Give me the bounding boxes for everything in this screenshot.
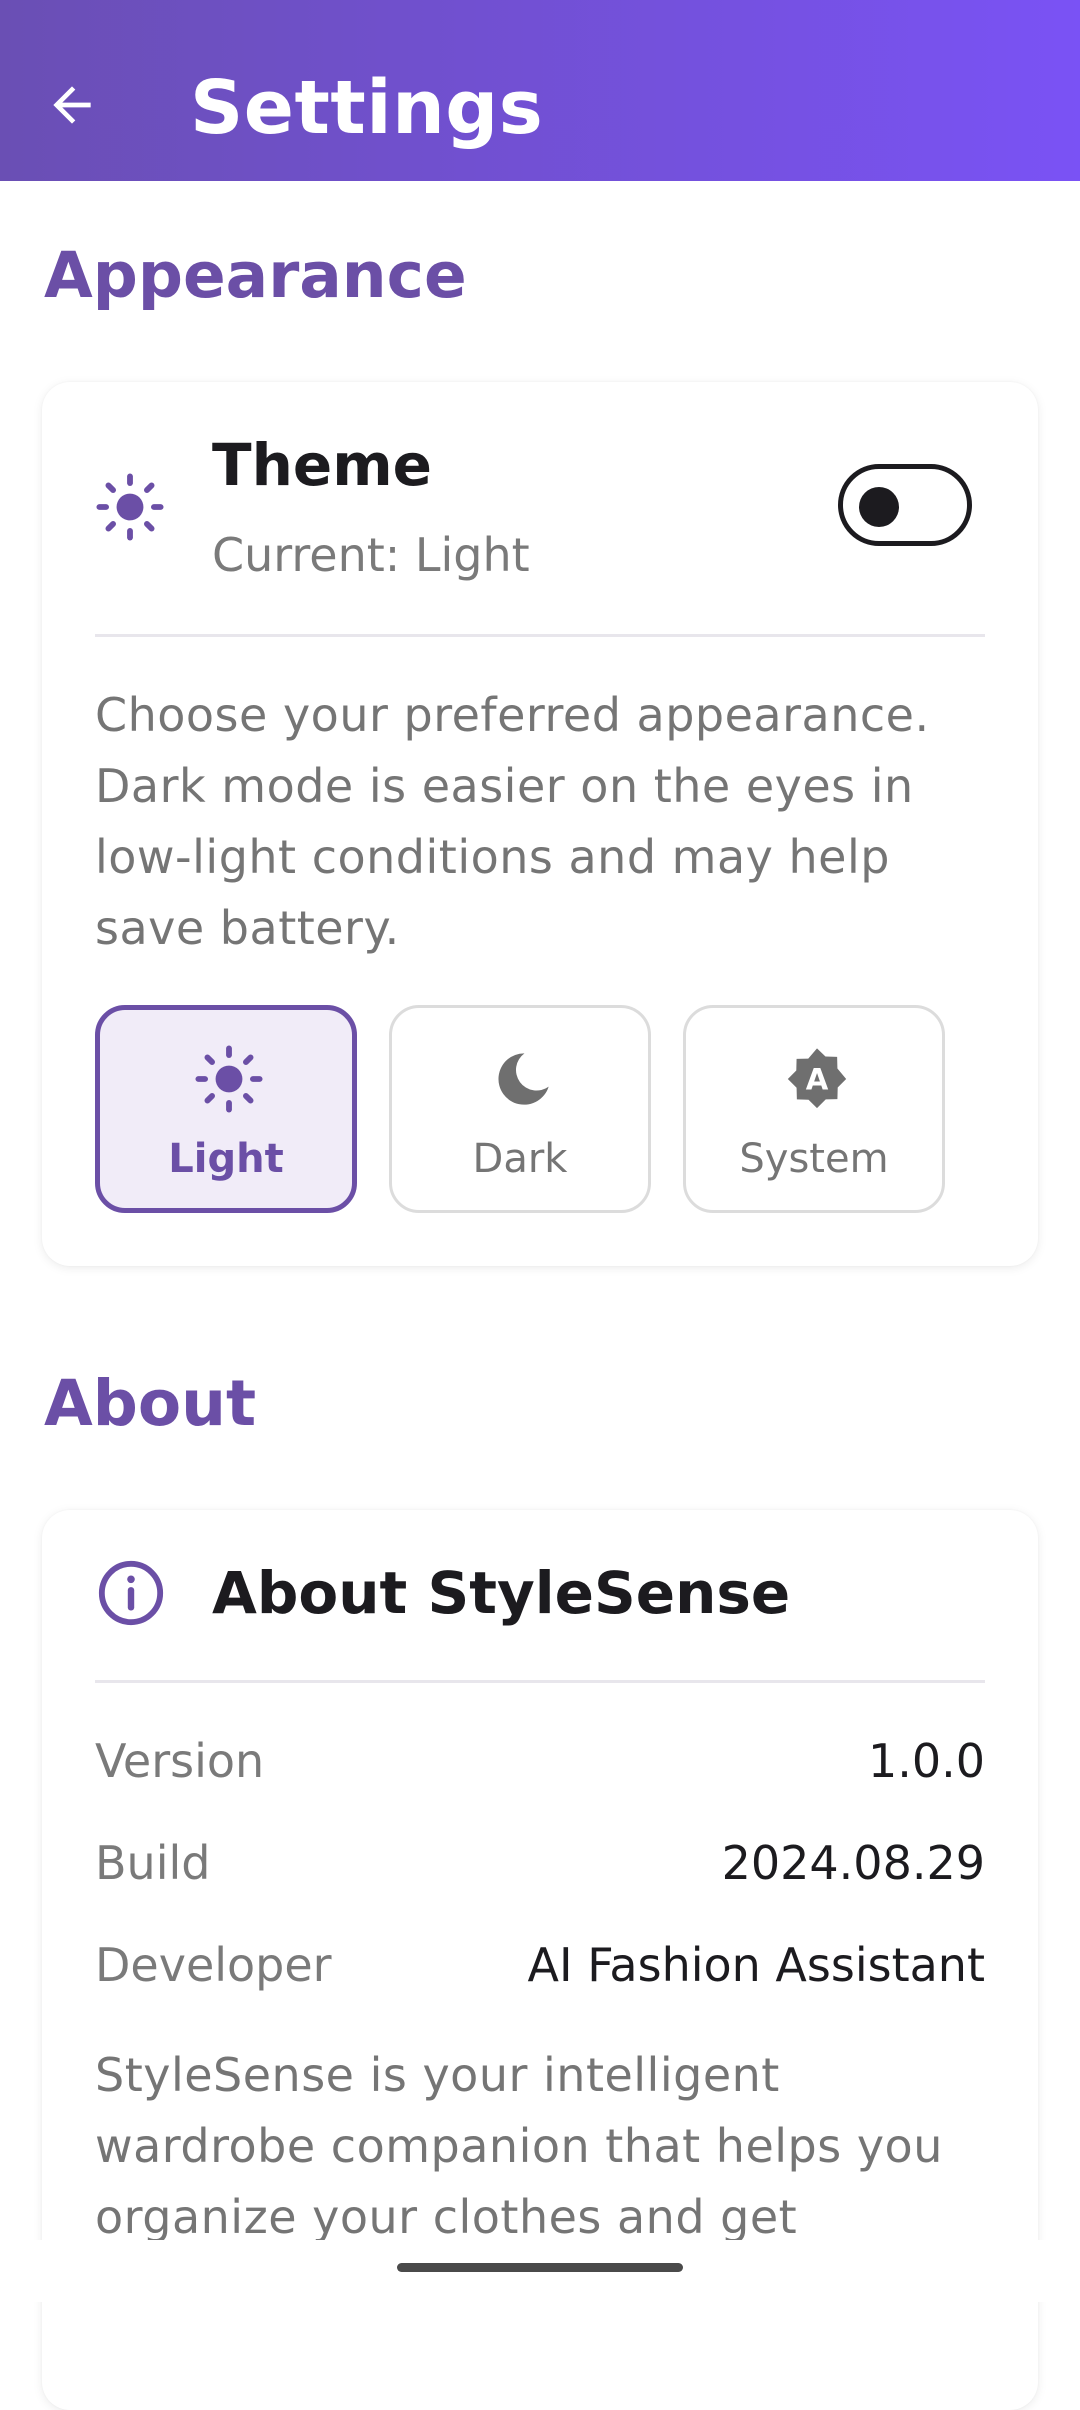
version-value: 1.0.0 [867, 1734, 985, 1788]
app-bar: Settings [0, 0, 1080, 181]
page-title: Settings [190, 65, 544, 151]
theme-title: Theme [212, 431, 432, 499]
home-indicator[interactable] [397, 2263, 683, 2272]
sun-icon [195, 1045, 263, 1113]
theme-option-label: Dark [472, 1136, 568, 1182]
appearance-section-title: Appearance [44, 239, 467, 312]
theme-option-system[interactable]: A System [683, 1005, 945, 1213]
arrow-left-icon[interactable] [44, 77, 100, 133]
build-value: 2024.08.29 [721, 1836, 985, 1890]
divider [95, 1680, 985, 1683]
auto-brightness-icon: A [787, 1048, 847, 1109]
theme-option-light[interactable]: Light [95, 1005, 357, 1213]
version-label: Version [95, 1734, 265, 1788]
about-card-title: About StyleSense [212, 1559, 791, 1627]
info-icon [98, 1560, 164, 1626]
toggle-knob [859, 487, 899, 527]
divider [95, 634, 985, 637]
theme-description: Choose your preferred appearance. Dark m… [95, 688, 930, 955]
developer-value: AI Fashion Assistant [527, 1938, 985, 1992]
theme-option-label: System [739, 1136, 889, 1182]
developer-label: Developer [95, 1938, 332, 1992]
dark-mode-toggle[interactable] [838, 464, 972, 546]
build-label: Build [95, 1836, 211, 1890]
about-section-title: About [44, 1367, 257, 1440]
about-description: StyleSense is your intelligent wardrobe … [95, 2048, 943, 2244]
theme-option-label: Light [168, 1136, 284, 1182]
theme-current-value: Current: Light [212, 528, 530, 582]
moon-icon [498, 1053, 549, 1105]
theme-option-dark[interactable]: Dark [389, 1005, 651, 1213]
svg-text:A: A [806, 1063, 829, 1097]
sun-icon [96, 473, 164, 541]
